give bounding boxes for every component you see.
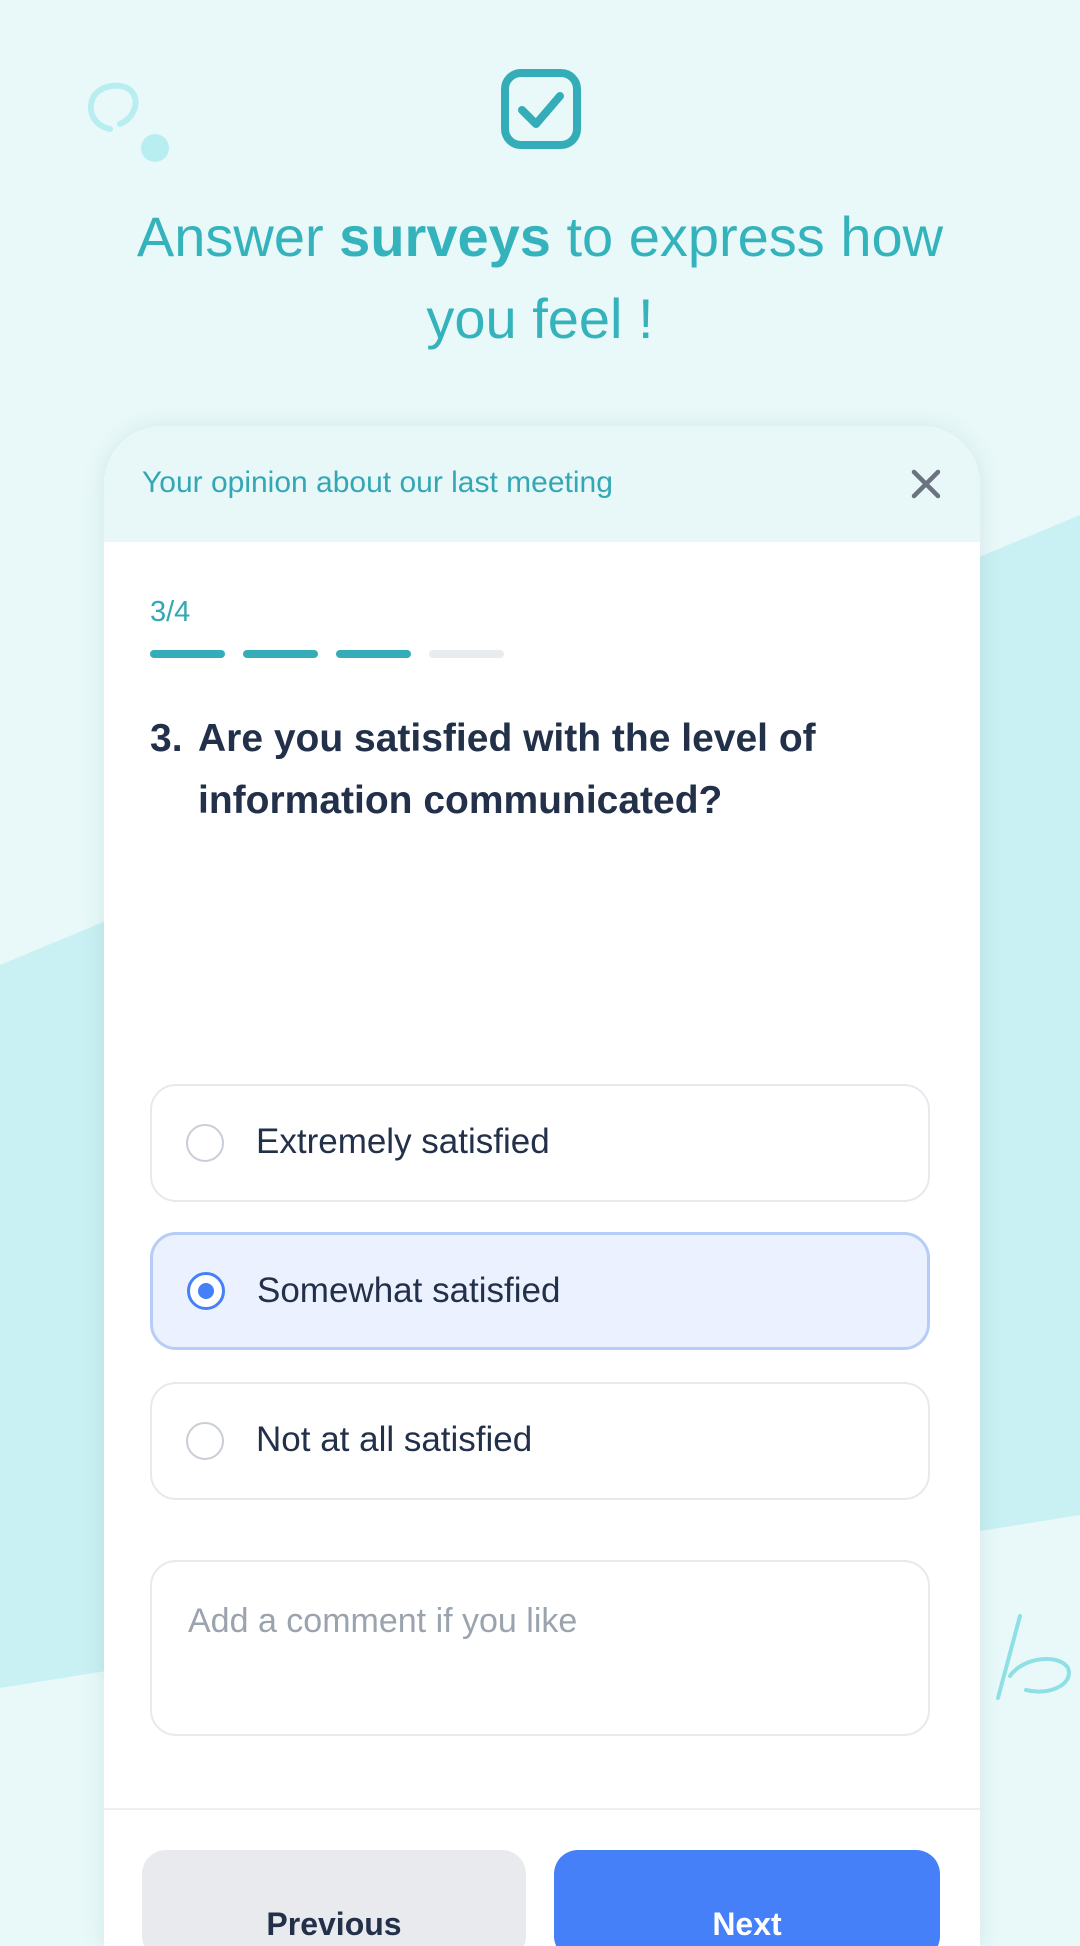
option-label: Not at all satisfied	[256, 1420, 533, 1459]
progress-segment-complete	[336, 650, 411, 658]
radio-button-selected[interactable]	[187, 1272, 225, 1310]
progress-bar	[150, 650, 504, 658]
radio-selected-dot	[198, 1283, 214, 1299]
close-icon[interactable]	[908, 466, 944, 502]
page-headline: Answer surveys to express how you feel !	[90, 196, 990, 360]
option-extremely-satisfied[interactable]: Extremely satisfied	[150, 1084, 930, 1202]
question-number: 3.	[150, 717, 183, 760]
bubble-doodle-icon	[87, 82, 169, 162]
previous-button[interactable]: Previous	[142, 1850, 526, 1946]
headline-text-bold: surveys	[339, 205, 551, 268]
question-text: Are you satisfied with the level of info…	[198, 717, 816, 822]
footer-divider	[104, 1808, 980, 1810]
question: 3. Are you satisfied with the level of i…	[150, 708, 910, 832]
step-counter: 3/4	[150, 596, 191, 628]
survey-card-header: Your opinion about our last meeting	[104, 426, 980, 542]
option-somewhat-satisfied[interactable]: Somewhat satisfied	[150, 1232, 930, 1350]
headline-text-start: Answer	[136, 205, 340, 268]
checkbox-checked-icon	[501, 69, 581, 149]
squiggle-doodle-icon	[996, 1614, 1071, 1700]
next-button[interactable]: Next	[554, 1850, 940, 1946]
option-not-at-all-satisfied[interactable]: Not at all satisfied	[150, 1382, 930, 1500]
progress-segment-complete	[243, 650, 318, 658]
option-label: Extremely satisfied	[256, 1122, 550, 1161]
progress-segment-complete	[150, 650, 225, 658]
survey-card: Your opinion about our last meeting 3/4 …	[104, 426, 980, 1946]
option-label: Somewhat satisfied	[257, 1271, 561, 1310]
radio-button[interactable]	[186, 1422, 224, 1460]
survey-title: Your opinion about our last meeting	[142, 466, 613, 499]
progress-segment-incomplete	[429, 650, 504, 658]
comment-field[interactable]	[150, 1560, 930, 1736]
radio-button[interactable]	[186, 1124, 224, 1162]
